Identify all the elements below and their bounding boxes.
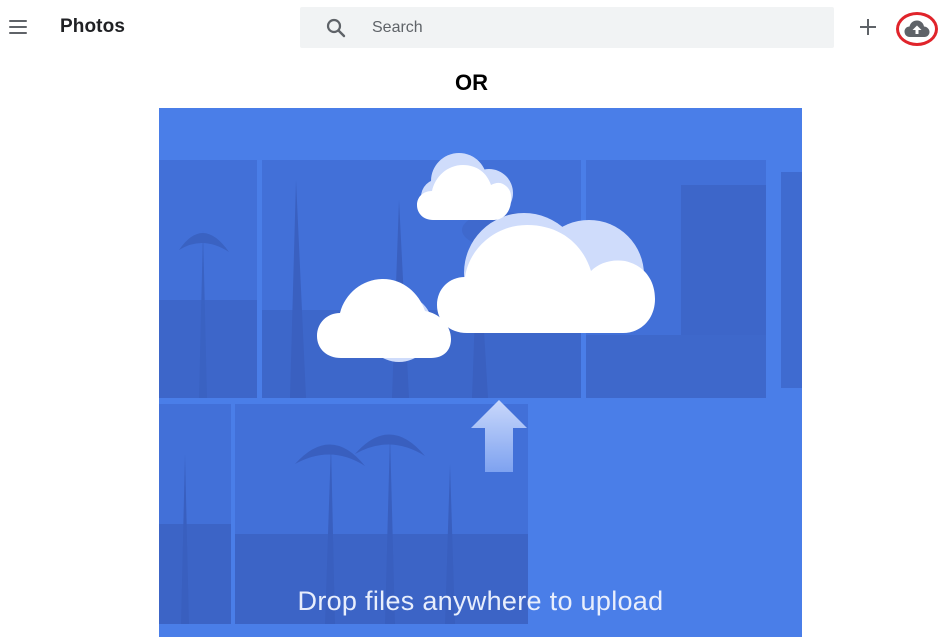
drop-files-message: Drop files anywhere to upload [297,586,664,616]
search-bar[interactable] [300,7,834,48]
search-input[interactable] [372,7,812,48]
app-title: Photos [60,16,125,37]
or-annotation: OR [455,70,488,95]
photo-tile [159,160,257,398]
upload-button[interactable] [896,12,938,46]
clouds-illustration [317,153,655,362]
main-menu-button[interactable] [4,10,32,44]
upload-drop-zone[interactable]: Drop files anywhere to upload [159,108,802,637]
create-button[interactable] [854,13,882,41]
plus-icon [860,19,876,35]
menu-icon [9,20,27,22]
upload-arrow-icon [471,400,527,472]
cloud-upload-icon [904,20,930,37]
photo-tile [781,172,802,388]
top-app-bar: Photos [0,0,943,56]
search-icon[interactable] [324,16,348,40]
